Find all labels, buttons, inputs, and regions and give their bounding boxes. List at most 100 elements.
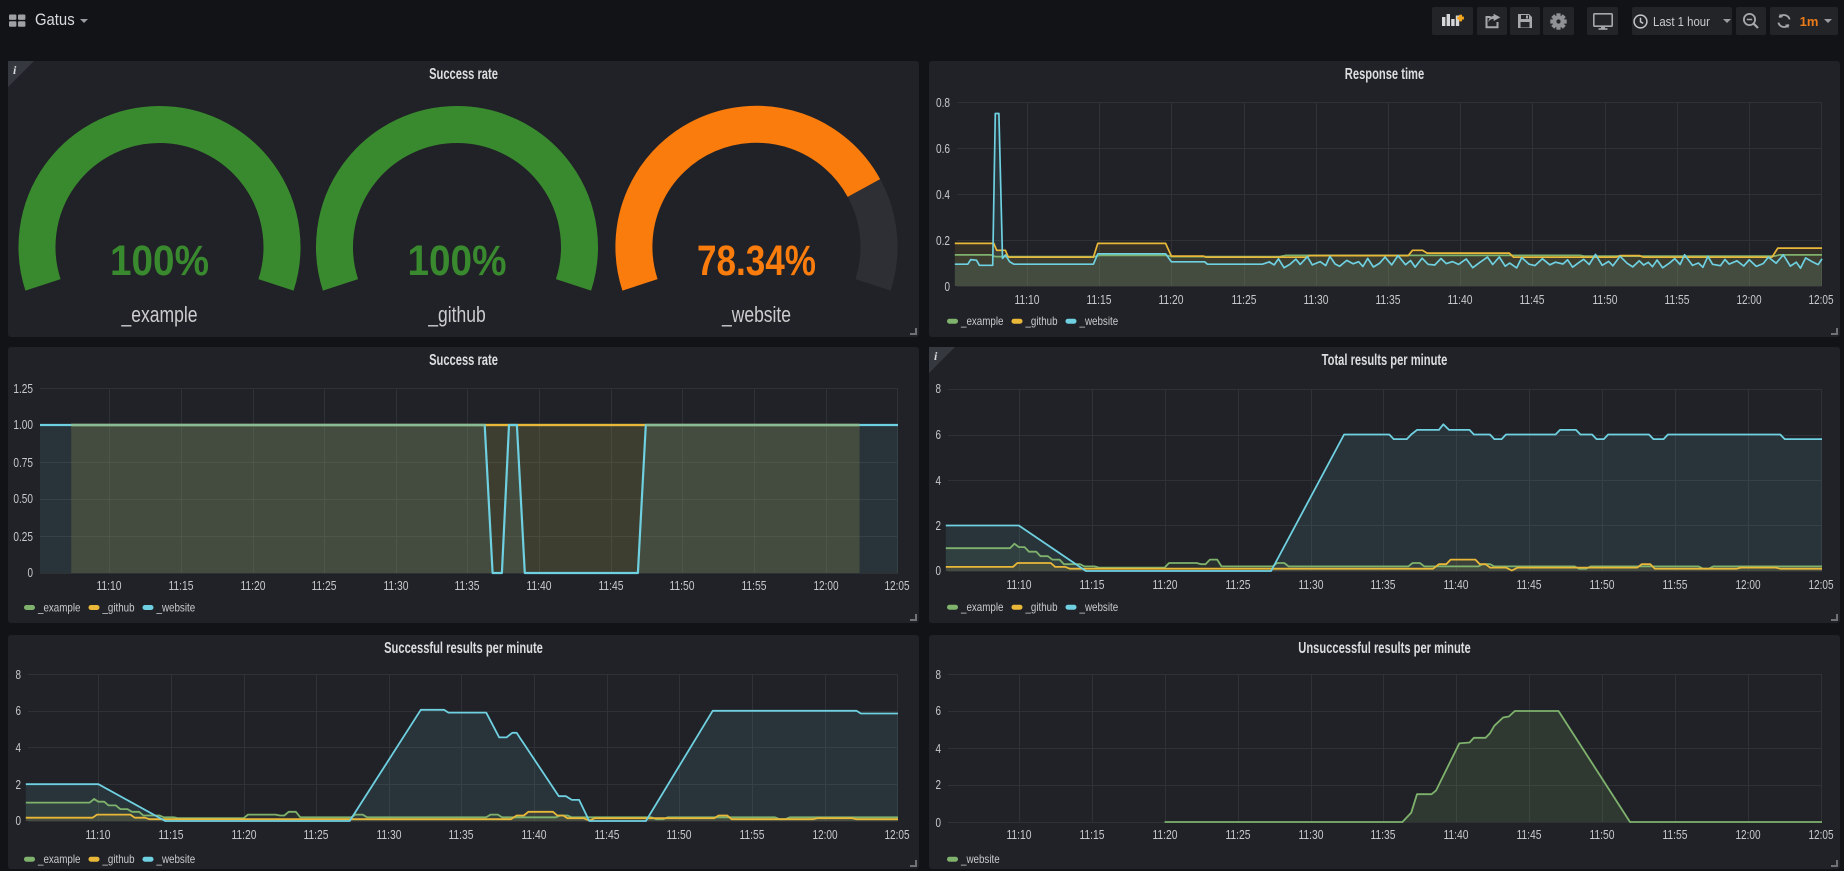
svg-text:0: 0 [936,563,942,578]
svg-text:11:55: 11:55 [1662,827,1687,842]
svg-text:100%: 100% [110,237,209,285]
svg-text:0.4: 0.4 [936,187,950,202]
svg-text:0: 0 [28,565,34,580]
svg-text:_github: _github [427,302,485,327]
svg-text:6: 6 [16,703,22,718]
svg-text:11:40: 11:40 [521,827,546,842]
svg-text:11:15: 11:15 [1079,577,1104,592]
svg-text:11:45: 11:45 [1516,577,1541,592]
svg-text:11:45: 11:45 [594,827,619,842]
svg-text:11:45: 11:45 [1519,292,1544,307]
svg-text:_github: _github [1025,600,1058,614]
svg-text:11:10: 11:10 [1014,292,1039,307]
svg-text:11:20: 11:20 [1152,827,1177,842]
svg-text:0.25: 0.25 [13,529,33,544]
svg-text:11:40: 11:40 [1443,577,1468,592]
svg-text:11:20: 11:20 [240,578,265,593]
svg-text:_website: _website [960,852,1000,866]
svg-text:11:35: 11:35 [1370,577,1395,592]
svg-text:11:55: 11:55 [1664,292,1689,307]
svg-text:11:10: 11:10 [96,578,121,593]
svg-text:11:40: 11:40 [1447,292,1472,307]
svg-text:11:20: 11:20 [1152,577,1177,592]
svg-text:0: 0 [16,813,22,828]
svg-text:11:10: 11:10 [85,827,110,842]
svg-text:11:25: 11:25 [311,578,336,593]
svg-text:2: 2 [936,777,942,792]
svg-text:_github: _github [102,852,135,866]
svg-text:_example: _example [960,600,1004,614]
svg-text:_example: _example [37,852,81,866]
svg-text:12:05: 12:05 [884,578,909,593]
svg-text:11:55: 11:55 [1662,577,1687,592]
svg-text:11:55: 11:55 [739,827,764,842]
svg-text:0.8: 0.8 [936,95,950,110]
svg-text:0.75: 0.75 [13,455,33,470]
svg-text:11:15: 11:15 [168,578,193,593]
svg-text:_example: _example [37,600,81,614]
svg-text:11:25: 11:25 [1225,577,1250,592]
svg-text:11:35: 11:35 [448,827,473,842]
svg-text:_website: _website [156,600,196,614]
svg-text:11:25: 11:25 [1231,292,1256,307]
svg-text:11:25: 11:25 [1225,827,1250,842]
svg-text:11:35: 11:35 [1375,292,1400,307]
svg-text:2: 2 [16,777,22,792]
svg-text:100%: 100% [408,237,507,285]
svg-text:11:30: 11:30 [376,827,401,842]
svg-text:12:05: 12:05 [1808,827,1833,842]
svg-text:_website: _website [1079,600,1119,614]
svg-text:11:30: 11:30 [1298,577,1323,592]
svg-text:_website: _website [721,302,791,327]
svg-text:11:35: 11:35 [1370,827,1395,842]
svg-text:8: 8 [936,667,942,682]
svg-text:11:30: 11:30 [383,578,408,593]
svg-text:11:50: 11:50 [1589,577,1614,592]
svg-text:_example: _example [121,302,198,327]
svg-text:4: 4 [936,473,942,488]
svg-text:11:50: 11:50 [1592,292,1617,307]
svg-text:11:55: 11:55 [741,578,766,593]
svg-text:4: 4 [936,741,942,756]
svg-text:2: 2 [936,518,942,533]
svg-text:_example: _example [960,314,1004,328]
svg-text:0.6: 0.6 [936,141,950,156]
svg-text:12:05: 12:05 [1808,577,1833,592]
svg-text:12:05: 12:05 [1808,292,1833,307]
svg-text:_github: _github [102,600,135,614]
svg-text:11:45: 11:45 [1516,827,1541,842]
svg-text:11:25: 11:25 [303,827,328,842]
svg-text:11:15: 11:15 [158,827,183,842]
svg-text:11:40: 11:40 [526,578,551,593]
svg-text:11:45: 11:45 [598,578,623,593]
svg-text:_github: _github [1025,314,1058,328]
svg-text:12:05: 12:05 [884,827,909,842]
svg-text:11:20: 11:20 [231,827,256,842]
svg-text:11:50: 11:50 [1589,827,1614,842]
svg-text:0.50: 0.50 [13,491,33,506]
svg-text:11:35: 11:35 [454,578,479,593]
svg-text:12:00: 12:00 [812,827,837,842]
svg-text:11:15: 11:15 [1079,827,1104,842]
svg-text:12:00: 12:00 [1735,827,1760,842]
svg-text:11:40: 11:40 [1443,827,1468,842]
svg-text:12:00: 12:00 [1735,577,1760,592]
svg-text:11:10: 11:10 [1006,827,1031,842]
svg-text:8: 8 [936,381,942,396]
svg-text:11:50: 11:50 [669,578,694,593]
svg-text:_website: _website [1079,314,1119,328]
svg-text:4: 4 [16,740,22,755]
svg-text:1.00: 1.00 [13,417,33,432]
svg-text:0: 0 [945,279,951,294]
svg-text:6: 6 [936,427,942,442]
svg-text:0.2: 0.2 [936,233,950,248]
svg-text:11:30: 11:30 [1298,827,1323,842]
svg-text:11:30: 11:30 [1303,292,1328,307]
svg-text:78.34%: 78.34% [697,237,816,285]
svg-text:11:10: 11:10 [1006,577,1031,592]
svg-text:11:50: 11:50 [666,827,691,842]
svg-text:0: 0 [936,815,942,830]
svg-text:12:00: 12:00 [1736,292,1761,307]
svg-text:1.25: 1.25 [13,381,33,396]
svg-text:8: 8 [16,667,22,682]
